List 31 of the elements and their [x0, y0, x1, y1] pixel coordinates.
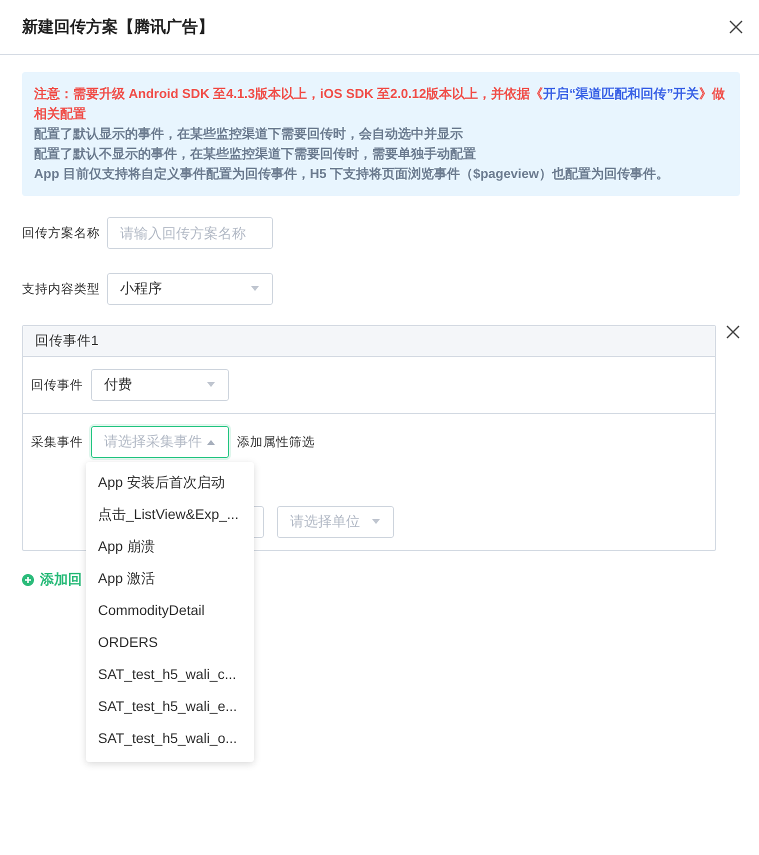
dialog-title: 新建回传方案【腾讯广告】 — [22, 17, 214, 38]
return-event-select[interactable]: 付费 — [91, 369, 229, 401]
field-label: 回传方案名称 — [22, 224, 100, 242]
dropdown-option[interactable]: ORDERS — [86, 626, 254, 658]
name-input[interactable]: 请输入回传方案名称 — [107, 217, 273, 249]
field-label: 回传事件 — [31, 376, 83, 394]
notice-text: App 目前仅支持将自定义事件配置为回传事件，H5 下支持将页面浏览事件（$pageview）也配置为回传事件。 — [34, 165, 670, 183]
dropdown-option[interactable]: App 崩溃 — [86, 530, 254, 562]
caret-icon — [206, 382, 216, 388]
close-icon[interactable] — [729, 20, 743, 34]
dropdown-option[interactable]: App 激活 — [86, 562, 254, 594]
caret-icon — [206, 439, 216, 445]
content-type-select[interactable]: 小程序 — [107, 273, 273, 305]
dropdown-option[interactable]: SAT_test_h5_wali_c... — [86, 658, 254, 690]
remove-card-icon[interactable] — [726, 325, 740, 339]
caret-icon — [250, 286, 260, 292]
dropdown-option[interactable]: SAT_test_h5_wali_o... — [86, 722, 254, 754]
dropdown-option[interactable]: SAT_test_h5_wali_e... — [86, 690, 254, 722]
dropdown-option[interactable]: CommodityDetail — [86, 594, 254, 626]
field-label: 支持内容类型 — [22, 280, 100, 298]
notice-text: 配置了默认显示的事件，在某些监控渠道下需要回传时，会自动选中并显示 — [34, 125, 464, 143]
dropdown-option[interactable]: 点击_ListView&Exp_... — [86, 498, 254, 530]
dropdown-option[interactable]: App 安装后首次启动 — [86, 466, 254, 498]
notice-text: 配置了默认不显示的事件，在某些监控渠道下需要回传时，需要单独手动配置 — [34, 145, 477, 163]
caret-icon — [371, 519, 381, 525]
add-filter-link[interactable]: 添加属性筛选 — [237, 434, 315, 450]
warning-text: 注意：需要升级 Android SDK 至4.1.3版本以上，iOS SDK 至2.0.12版本以上，并依据《开启“渠道匹配和回传”开关》做相关配置 — [34, 85, 726, 123]
plus-icon — [22, 574, 34, 586]
card-title: 回传事件1 — [23, 326, 715, 357]
field-label: 采集事件 — [31, 434, 83, 450]
switch-link[interactable]: 开启“渠道匹配和回传”开关 — [543, 86, 700, 101]
